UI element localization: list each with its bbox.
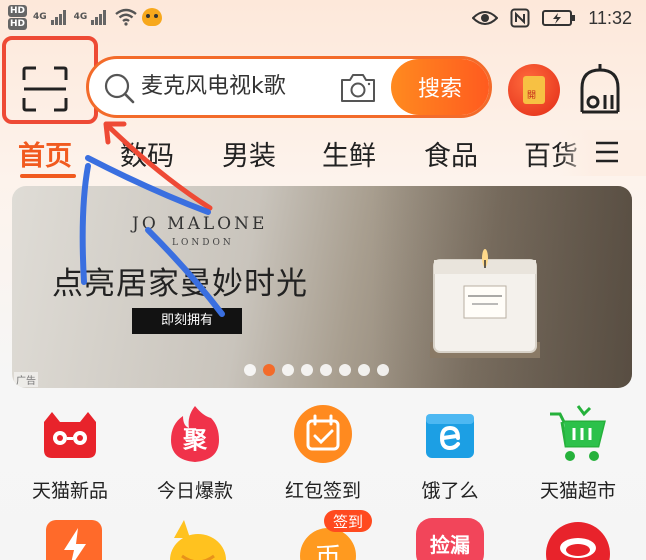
active-tab-indicator	[20, 174, 76, 178]
carousel-dot[interactable]	[263, 364, 275, 376]
carousel-dot[interactable]	[282, 364, 294, 376]
quick-entry-eleme[interactable]: 饿了么	[395, 404, 505, 514]
banner-slogan: 点亮居家曼妙时光	[52, 266, 308, 302]
duck-mascot-icon[interactable]	[160, 516, 270, 560]
hd-voice-badge: HD	[8, 17, 28, 30]
menu-icon[interactable]	[594, 140, 620, 164]
carousel-dot[interactable]	[244, 364, 256, 376]
tab-home[interactable]: 首页	[18, 134, 72, 173]
message-icon[interactable]	[576, 62, 624, 116]
carousel-dot[interactable]	[339, 364, 351, 376]
promo-banner[interactable]: JO MALONE LONDON 点亮居家曼妙时光 即刻拥有 广告	[12, 186, 632, 388]
quick-entry-checkin[interactable]: 红包签到	[268, 404, 378, 514]
banner-cta-button[interactable]: 即刻拥有	[132, 308, 242, 334]
eye-comfort-icon	[472, 11, 499, 25]
quick-entry-label: 天猫新品	[31, 480, 108, 502]
flash-charge-icon[interactable]	[40, 514, 150, 560]
eleme-icon	[426, 414, 474, 458]
tab-food[interactable]: 食品	[424, 134, 478, 173]
tmall-supermarket-icon	[550, 405, 606, 461]
bargain-icon-text: 捡漏	[430, 533, 470, 557]
bargain-icon[interactable]: 捡漏	[414, 516, 524, 560]
carousel-indicator	[244, 364, 389, 376]
search-button[interactable]: 搜索	[391, 59, 489, 115]
search-icon	[104, 73, 135, 104]
search-input[interactable]: 麦克风电视k歌	[141, 59, 341, 115]
quick-entry-tmall-supermarket[interactable]: 天猫超市	[523, 404, 633, 514]
tab-fresh[interactable]: 生鲜	[322, 134, 376, 173]
juhuasuan-icon-text: 聚	[182, 426, 208, 454]
tab-digital[interactable]: 数码	[120, 134, 174, 173]
annotation-highlight-box	[2, 36, 98, 124]
checkin-badge-text: 签到	[333, 513, 363, 531]
banner-brand-sub: LONDON	[172, 238, 234, 248]
nfc-icon	[510, 8, 530, 28]
signal-strength-icon	[91, 9, 107, 25]
quick-entry-label: 红包签到	[284, 480, 361, 502]
red-packet-icon[interactable]	[508, 64, 560, 116]
quick-entry-label: 今日爆款	[156, 480, 233, 502]
carousel-dot[interactable]	[320, 364, 332, 376]
checkin-calendar-icon	[294, 405, 352, 463]
tmall-new-icon	[44, 412, 96, 458]
tab-menswear[interactable]: 男装	[222, 134, 276, 173]
ad-label: 广告	[14, 372, 38, 387]
status-bar: HD HD 4G 4G 11:32	[0, 0, 646, 38]
carousel-dot[interactable]	[377, 364, 389, 376]
battery-charging-icon	[542, 10, 576, 26]
status-left-indicators: HD HD 4G 4G	[8, 4, 163, 30]
network-type-label: 4G	[33, 12, 47, 22]
carousel-dot[interactable]	[358, 364, 370, 376]
network-type-label: 4G	[73, 12, 88, 22]
juhuasuan-icon: 聚	[171, 406, 219, 462]
camera-icon[interactable]	[339, 72, 377, 104]
red-circle-icon[interactable]	[538, 514, 646, 560]
quick-entry-tmall-new[interactable]: 天猫新品	[15, 404, 125, 514]
coin-checkin-icon[interactable]: 币 签到	[294, 508, 404, 560]
quick-entry-label: 天猫超市	[539, 480, 616, 502]
hd-voice-badge: HD	[8, 4, 28, 17]
signal-strength-icon	[50, 9, 66, 25]
search-bar[interactable]: 麦克风电视k歌 搜索	[86, 56, 492, 118]
candle-image	[430, 249, 540, 358]
quick-entry-label: 饿了么	[421, 480, 479, 502]
svg-text:币: 币	[315, 543, 341, 560]
quick-entry-hot-deals[interactable]: 聚 今日爆款	[140, 404, 250, 514]
app-notification-icon	[142, 8, 163, 26]
carousel-dot[interactable]	[301, 364, 313, 376]
status-right-indicators: 11:32	[472, 6, 632, 30]
clock: 11:32	[588, 7, 632, 28]
banner-brand: JO MALONE	[132, 214, 268, 234]
wifi-icon	[115, 8, 138, 26]
category-tabs: 首页 数码 男装 生鲜 食品 百货	[0, 130, 646, 178]
